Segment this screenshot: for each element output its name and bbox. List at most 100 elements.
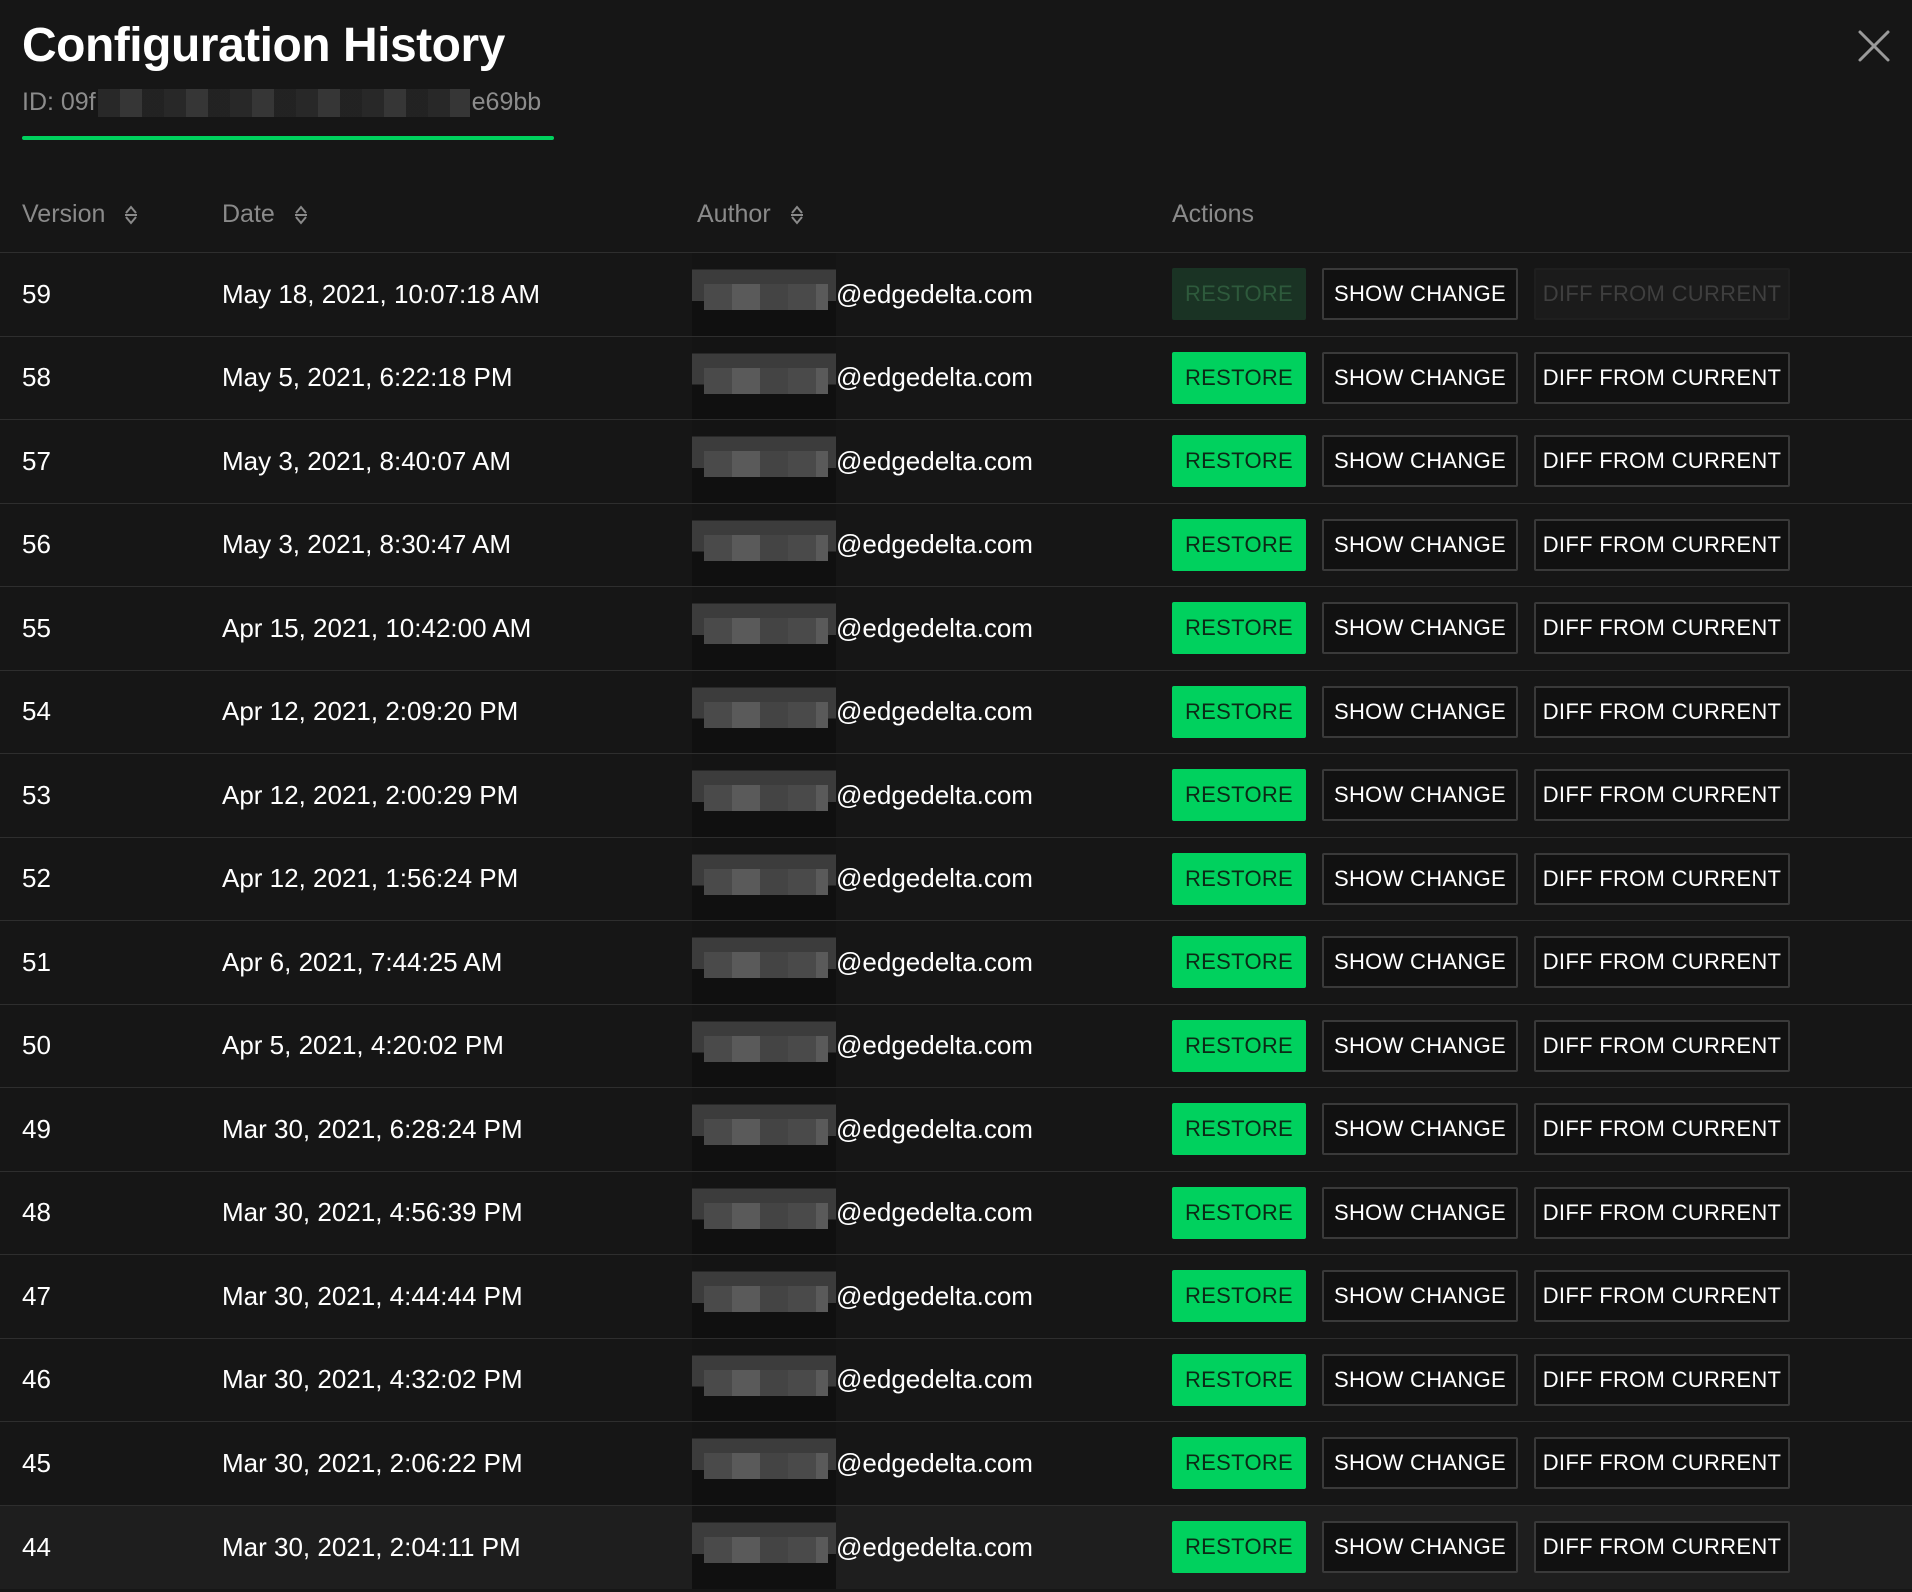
actions-cell: RESTORE SHOW CHANGE DIFF FROM CURRENT [1172, 504, 1790, 587]
redacted-author-mask [692, 1255, 836, 1338]
date-cell: May 3, 2021, 8:40:07 AM [222, 445, 512, 476]
date-cell: Apr 12, 2021, 2:00:29 PM [222, 779, 519, 810]
restore-button[interactable]: RESTORE [1172, 602, 1306, 655]
redacted-author-mask [692, 1422, 836, 1505]
column-header-version[interactable]: Version [22, 200, 139, 229]
version-cell: 45 [22, 1447, 51, 1478]
close-icon [1858, 30, 1890, 62]
redacted-author-mask [692, 670, 836, 753]
actions-cell: RESTORE SHOW CHANGE DIFF FROM CURRENT [1172, 420, 1790, 503]
table-header: Version Date Author Actions [0, 172, 1912, 253]
author-cell: @edgedelta.com [692, 670, 1033, 753]
diff-from-current-button: DIFF FROM CURRENT [1534, 268, 1790, 321]
version-cell: 44 [22, 1531, 51, 1562]
diff-from-current-button[interactable]: DIFF FROM CURRENT [1534, 1019, 1790, 1072]
restore-button[interactable]: RESTORE [1172, 936, 1306, 989]
redacted-author-mask [692, 1004, 836, 1087]
table-row: 45 Mar 30, 2021, 2:06:22 PM @edgedelta.com… [0, 1422, 1912, 1506]
close-button[interactable] [1854, 26, 1894, 66]
restore-button[interactable]: RESTORE [1172, 1353, 1306, 1406]
redacted-author-mask [692, 253, 836, 336]
author-cell: @edgedelta.com [692, 503, 1033, 586]
sort-icon [293, 204, 309, 226]
table-row: 56 May 3, 2021, 8:30:47 AM @edgedelta.com R… [0, 503, 1912, 587]
diff-from-current-button[interactable]: DIFF FROM CURRENT [1534, 769, 1790, 822]
author-email-domain: @edgedelta.com [836, 1197, 1033, 1228]
table-row: 54 Apr 12, 2021, 2:09:20 PM @edgedelta.com… [0, 670, 1912, 754]
restore-button[interactable]: RESTORE [1172, 769, 1306, 822]
actions-cell: RESTORE SHOW CHANGE DIFF FROM CURRENT [1172, 1172, 1790, 1255]
restore-button[interactable]: RESTORE [1172, 1437, 1306, 1490]
show-change-button[interactable]: SHOW CHANGE [1322, 1019, 1518, 1072]
actions-cell: RESTORE SHOW CHANGE DIFF FROM CURRENT [1172, 838, 1790, 921]
author-email-domain: @edgedelta.com [836, 529, 1033, 560]
show-change-button[interactable]: SHOW CHANGE [1322, 1270, 1518, 1323]
author-email-domain: @edgedelta.com [836, 946, 1033, 977]
table-row: 58 May 5, 2021, 6:22:18 PM @edgedelta.com R… [0, 336, 1912, 420]
diff-from-current-button[interactable]: DIFF FROM CURRENT [1534, 936, 1790, 989]
diff-from-current-button[interactable]: DIFF FROM CURRENT [1534, 1353, 1790, 1406]
restore-button[interactable]: RESTORE [1172, 1103, 1306, 1156]
author-cell: @edgedelta.com [692, 1004, 1033, 1087]
author-cell: @edgedelta.com [692, 336, 1033, 419]
restore-button[interactable]: RESTORE [1172, 1019, 1306, 1072]
diff-from-current-button[interactable]: DIFF FROM CURRENT [1534, 685, 1790, 738]
column-header-author[interactable]: Author [697, 200, 805, 229]
author-email-domain: @edgedelta.com [836, 445, 1033, 476]
configuration-history-panel: Configuration History ID: 09f e69bb Vers… [0, 0, 1912, 1592]
actions-cell: RESTORE SHOW CHANGE DIFF FROM CURRENT [1172, 671, 1790, 754]
diff-from-current-button[interactable]: DIFF FROM CURRENT [1534, 351, 1790, 404]
diff-from-current-button[interactable]: DIFF FROM CURRENT [1534, 435, 1790, 488]
author-cell: @edgedelta.com [692, 253, 1033, 336]
diff-from-current-button[interactable]: DIFF FROM CURRENT [1534, 1521, 1790, 1574]
redacted-author-mask [692, 587, 836, 670]
restore-button: RESTORE [1172, 268, 1306, 321]
show-change-button[interactable]: SHOW CHANGE [1322, 1103, 1518, 1156]
show-change-button[interactable]: SHOW CHANGE [1322, 518, 1518, 571]
show-change-button[interactable]: SHOW CHANGE [1322, 1437, 1518, 1490]
show-change-button[interactable]: SHOW CHANGE [1322, 268, 1518, 321]
restore-button[interactable]: RESTORE [1172, 435, 1306, 488]
diff-from-current-button[interactable]: DIFF FROM CURRENT [1534, 1186, 1790, 1239]
show-change-button[interactable]: SHOW CHANGE [1322, 852, 1518, 905]
restore-button[interactable]: RESTORE [1172, 351, 1306, 404]
show-change-button[interactable]: SHOW CHANGE [1322, 769, 1518, 822]
author-cell: @edgedelta.com [692, 1088, 1033, 1171]
active-tab-underline [22, 136, 554, 140]
show-change-button[interactable]: SHOW CHANGE [1322, 1353, 1518, 1406]
date-cell: Mar 30, 2021, 4:32:02 PM [222, 1364, 523, 1395]
diff-from-current-button[interactable]: DIFF FROM CURRENT [1534, 1437, 1790, 1490]
page-title: Configuration History [22, 19, 505, 72]
table-row: 53 Apr 12, 2021, 2:00:29 PM @edgedelta.com… [0, 754, 1912, 838]
restore-button[interactable]: RESTORE [1172, 685, 1306, 738]
restore-button[interactable]: RESTORE [1172, 1521, 1306, 1574]
actions-cell: RESTORE SHOW CHANGE DIFF FROM CURRENT [1172, 1506, 1790, 1590]
author-cell: @edgedelta.com [692, 420, 1033, 503]
diff-from-current-button[interactable]: DIFF FROM CURRENT [1534, 518, 1790, 571]
table-row: 49 Mar 30, 2021, 6:28:24 PM @edgedelta.com… [0, 1088, 1912, 1172]
column-header-date[interactable]: Date [222, 200, 309, 229]
diff-from-current-button[interactable]: DIFF FROM CURRENT [1534, 1270, 1790, 1323]
restore-button[interactable]: RESTORE [1172, 1270, 1306, 1323]
show-change-button[interactable]: SHOW CHANGE [1322, 1521, 1518, 1574]
diff-from-current-button[interactable]: DIFF FROM CURRENT [1534, 602, 1790, 655]
version-cell: 48 [22, 1197, 51, 1228]
column-header-label: Actions [1172, 200, 1254, 228]
date-cell: Apr 5, 2021, 4:20:02 PM [222, 1030, 504, 1061]
restore-button[interactable]: RESTORE [1172, 518, 1306, 571]
show-change-button[interactable]: SHOW CHANGE [1322, 1186, 1518, 1239]
date-cell: Mar 30, 2021, 4:44:44 PM [222, 1280, 523, 1311]
show-change-button[interactable]: SHOW CHANGE [1322, 936, 1518, 989]
show-change-button[interactable]: SHOW CHANGE [1322, 435, 1518, 488]
version-cell: 57 [22, 445, 51, 476]
show-change-button[interactable]: SHOW CHANGE [1322, 685, 1518, 738]
table-row: 52 Apr 12, 2021, 1:56:24 PM @edgedelta.com… [0, 837, 1912, 921]
version-cell: 52 [22, 863, 51, 894]
show-change-button[interactable]: SHOW CHANGE [1322, 602, 1518, 655]
restore-button[interactable]: RESTORE [1172, 852, 1306, 905]
diff-from-current-button[interactable]: DIFF FROM CURRENT [1534, 852, 1790, 905]
date-cell: Apr 6, 2021, 7:44:25 AM [222, 946, 503, 977]
show-change-button[interactable]: SHOW CHANGE [1322, 351, 1518, 404]
restore-button[interactable]: RESTORE [1172, 1186, 1306, 1239]
diff-from-current-button[interactable]: DIFF FROM CURRENT [1534, 1103, 1790, 1156]
